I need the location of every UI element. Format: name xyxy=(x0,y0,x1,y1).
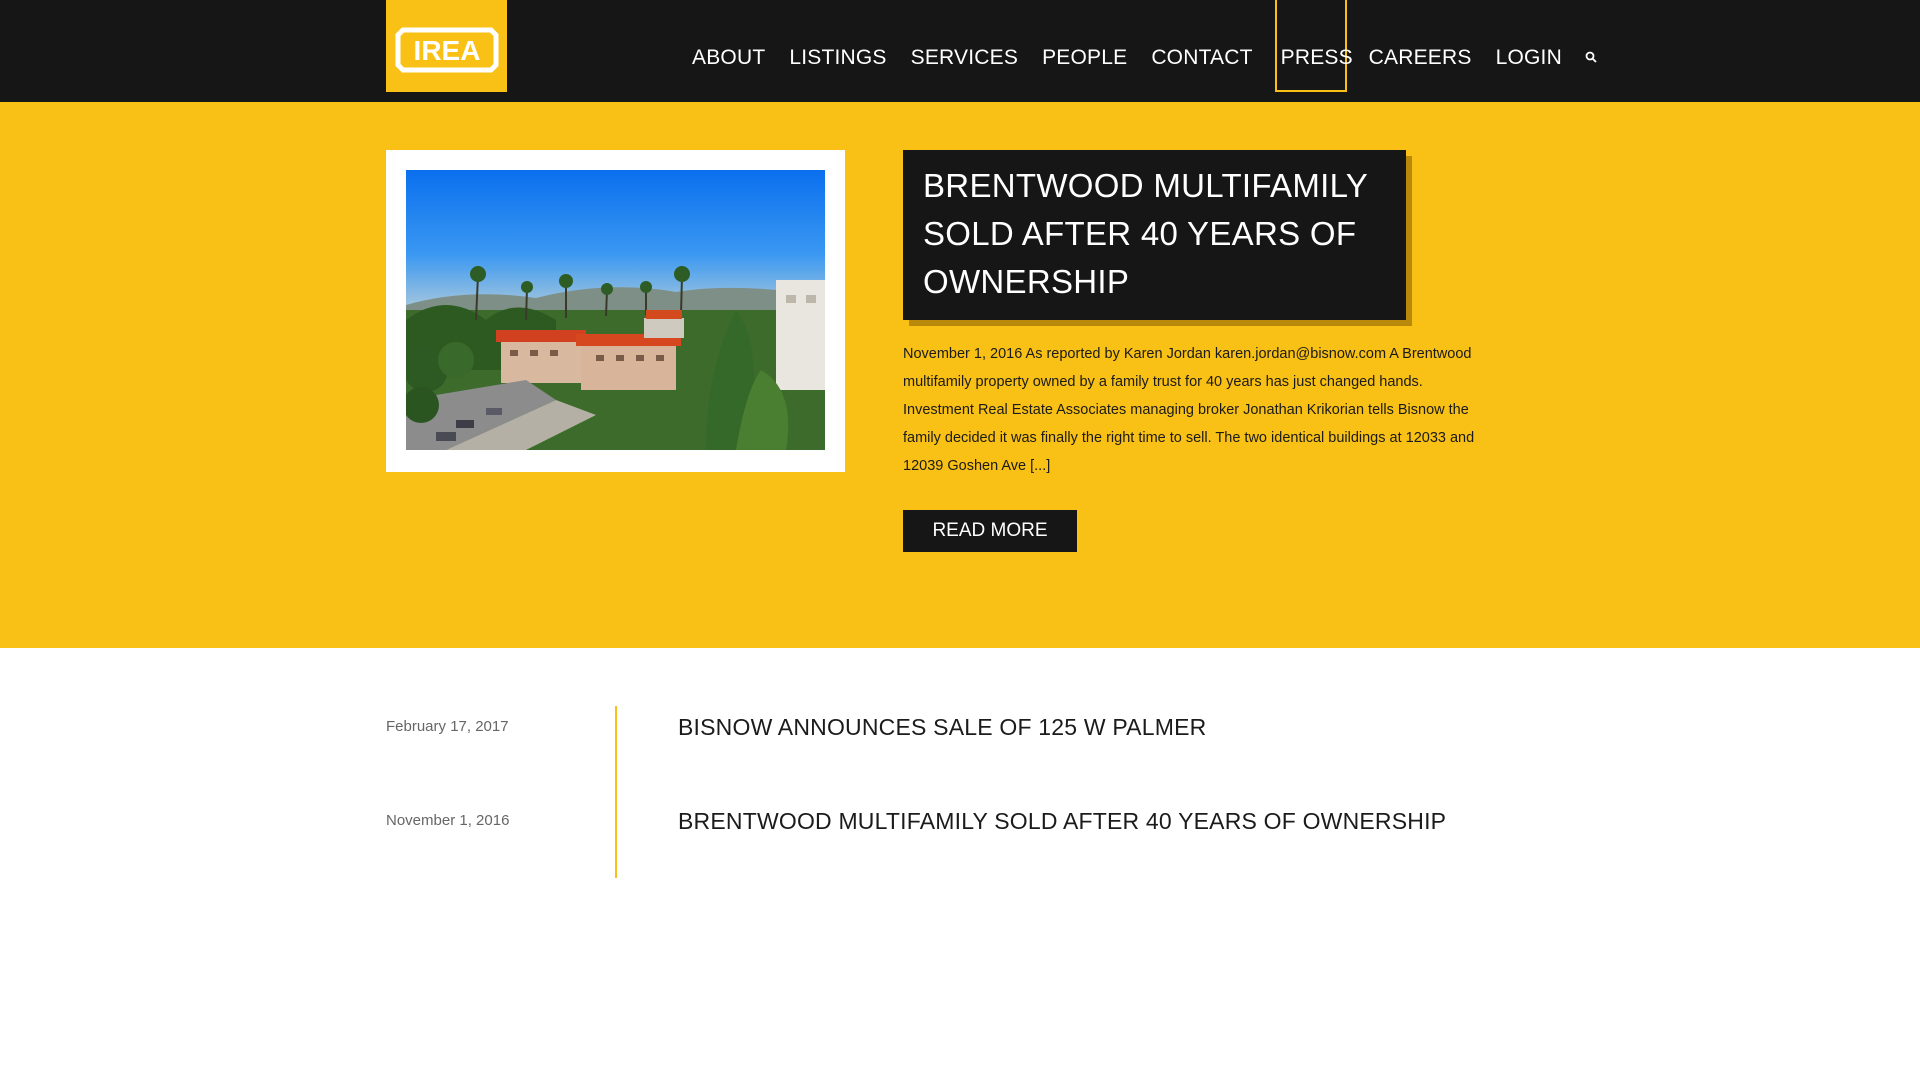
nav-item-login[interactable]: LOGIN xyxy=(1484,0,1574,92)
press-title-link[interactable]: BISNOW ANNOUNCES SALE OF 125 W PALMER xyxy=(678,714,1206,741)
nav-item-about[interactable]: ABOUT xyxy=(680,0,777,92)
featured-press: BRENTWOOD MULTIFAMILY SOLD AFTER 40 YEAR… xyxy=(0,102,1920,648)
nav-item-listings[interactable]: LISTINGS xyxy=(777,0,898,92)
press-date: November 1, 2016 xyxy=(386,812,510,829)
nav-item-press[interactable]: PRESS xyxy=(1274,0,1353,92)
press-title-link[interactable]: BRENTWOOD MULTIFAMILY SOLD AFTER 40 YEAR… xyxy=(678,808,1446,835)
featured-excerpt: November 1, 2016 As reported by Karen Jo… xyxy=(903,346,1475,474)
featured-title-box[interactable]: BRENTWOOD MULTIFAMILY SOLD AFTER 40 YEAR… xyxy=(903,150,1406,320)
featured-title: BRENTWOOD MULTIFAMILY SOLD AFTER 40 YEAR… xyxy=(923,167,1368,300)
nav-item-careers[interactable]: CAREERS xyxy=(1357,0,1484,92)
press-date: February 17, 2017 xyxy=(386,718,509,735)
nav-item-contact[interactable]: CONTACT xyxy=(1139,0,1264,92)
search-button[interactable] xyxy=(1578,0,1604,92)
main-nav: ABOUT LISTINGS SERVICES PEOPLE CONTACT P… xyxy=(680,0,1604,92)
featured-image-frame xyxy=(386,150,845,472)
featured-image[interactable] xyxy=(406,170,825,450)
nav-item-services[interactable]: SERVICES xyxy=(899,0,1030,92)
site-header: IREA ABOUT LISTINGS SERVICES PEOPLE CONT… xyxy=(0,0,1920,102)
press-list-item: February 17, 2017 BISNOW ANNOUNCES SALE … xyxy=(386,706,1486,746)
site-logo[interactable]: IREA xyxy=(386,0,507,92)
building-photo xyxy=(406,170,825,450)
logo-text: IREA xyxy=(414,35,481,66)
irea-logo-icon: IREA xyxy=(395,27,499,73)
read-more-button[interactable]: READ MORE xyxy=(903,510,1077,552)
search-icon xyxy=(1585,51,1597,63)
nav-item-people[interactable]: PEOPLE xyxy=(1030,0,1139,92)
press-list-item: November 1, 2016 BRENTWOOD MULTIFAMILY S… xyxy=(386,800,1486,840)
